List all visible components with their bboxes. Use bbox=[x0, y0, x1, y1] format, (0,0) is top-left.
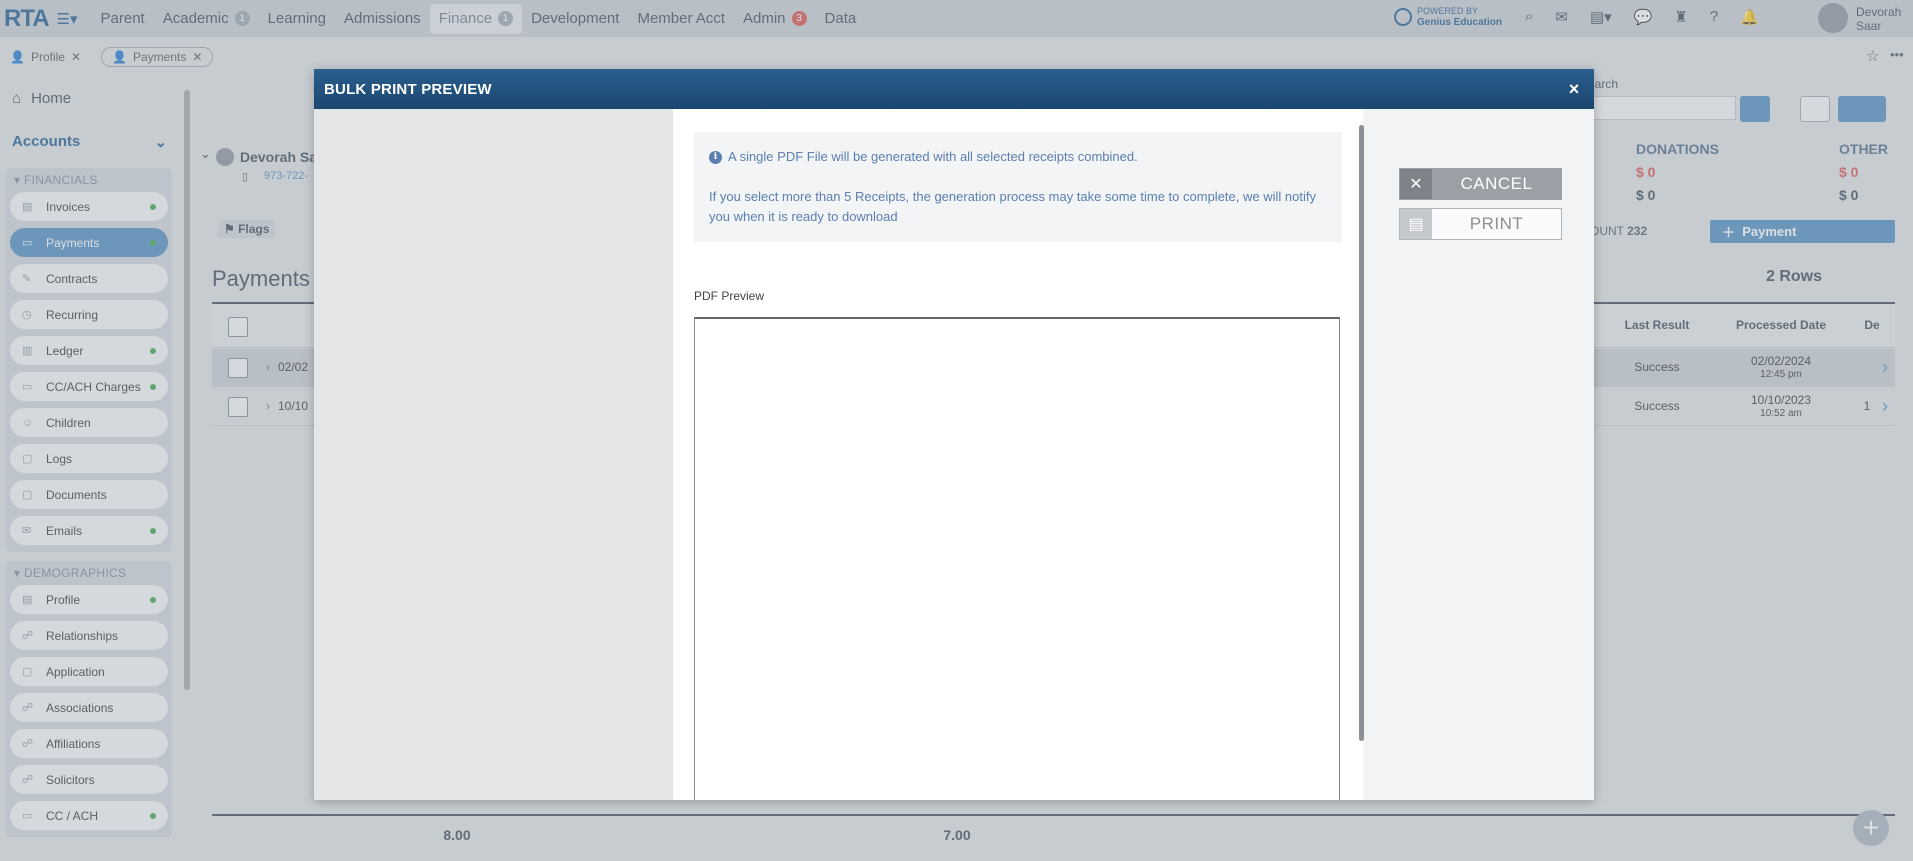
print-button[interactable]: ▤ PRINT bbox=[1399, 208, 1562, 240]
bulk-print-modal: BULK PRINT PREVIEW × i A single PDF File… bbox=[314, 69, 1594, 800]
close-icon: ✕ bbox=[1400, 169, 1432, 199]
modal-title: BULK PRINT PREVIEW bbox=[324, 80, 492, 98]
pdf-preview-label: PDF Preview bbox=[694, 289, 765, 303]
pdf-preview-frame[interactable] bbox=[694, 317, 1340, 800]
close-icon[interactable]: × bbox=[1564, 79, 1584, 100]
pdf-file-icon: ▤ bbox=[1400, 209, 1432, 239]
info-line-1: A single PDF File will be generated with… bbox=[728, 149, 1138, 164]
modal-scrollbar[interactable] bbox=[1359, 125, 1364, 741]
modal-header: BULK PRINT PREVIEW × bbox=[314, 69, 1594, 109]
print-button-label: PRINT bbox=[1469, 214, 1524, 233]
modal-center-panel: i A single PDF File will be generated wi… bbox=[673, 109, 1363, 800]
cancel-button[interactable]: ✕ CANCEL bbox=[1399, 168, 1562, 200]
info-line-2: If you select more than 5 Receipts, the … bbox=[709, 189, 1316, 224]
info-icon: i bbox=[709, 150, 722, 164]
modal-left-panel bbox=[314, 109, 673, 800]
cancel-button-label: CANCEL bbox=[1460, 174, 1533, 193]
info-message-box: i A single PDF File will be generated wi… bbox=[694, 132, 1342, 242]
